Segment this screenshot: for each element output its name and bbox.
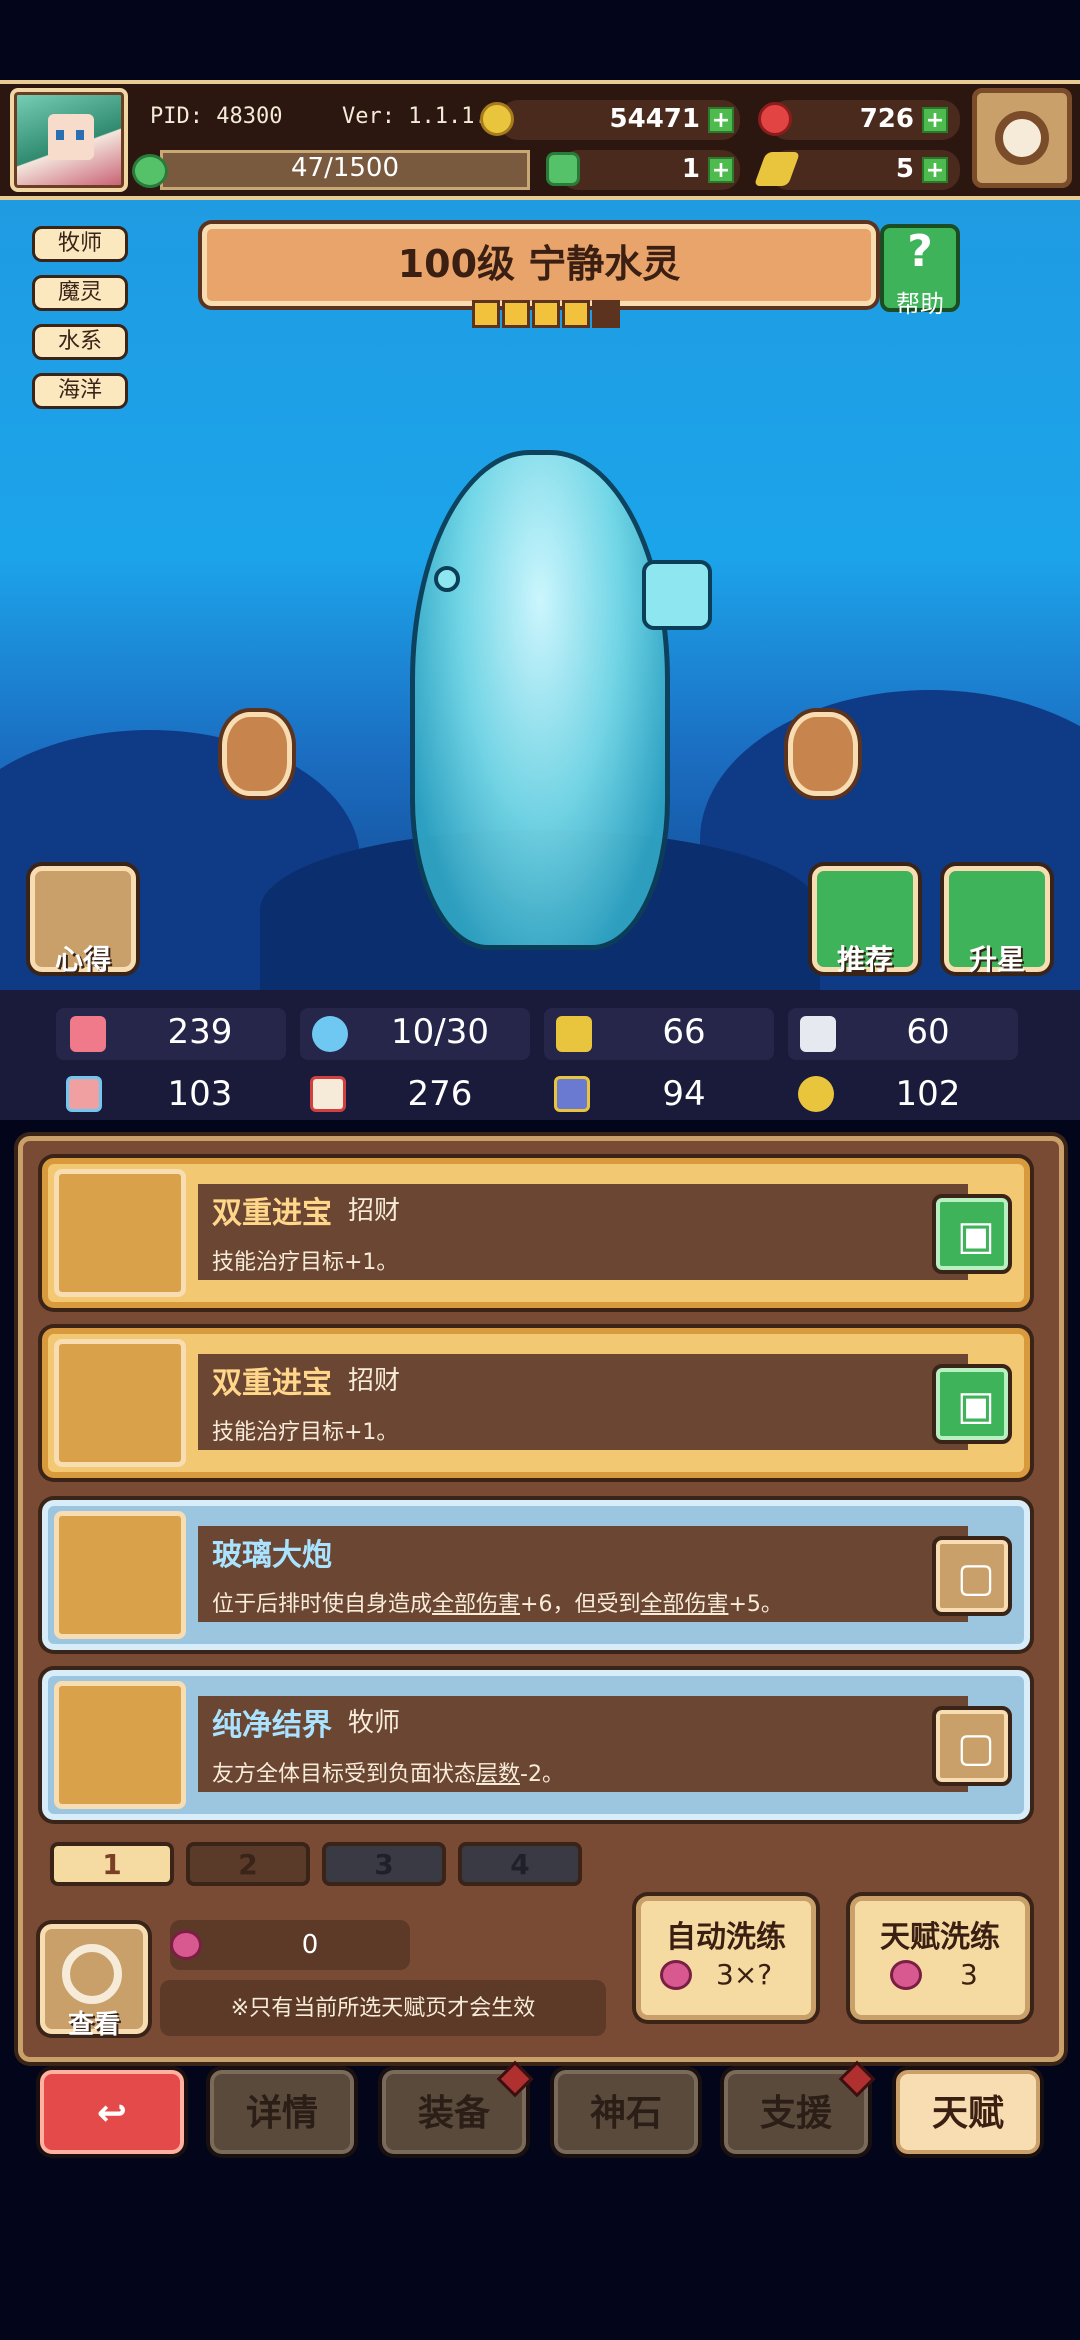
add-gems-button[interactable]: + [922, 107, 948, 133]
clover-icon [546, 152, 580, 186]
star-talent-icon [54, 1339, 186, 1467]
settings-button[interactable] [972, 88, 1072, 188]
avatar-face [48, 114, 94, 160]
page-note: ※只有当前所选天赋页才会生效 [230, 1996, 536, 2021]
talent-wash-cost: 3 [960, 1958, 978, 1991]
nav-details[interactable]: 详情 [210, 2070, 354, 2154]
talent-card[interactable]: 双重进宝 招财 技能治疗目标+1。 ▣ [42, 1158, 1030, 1308]
talent-tag: 牧师 [348, 1708, 401, 1738]
xp-value: 47/1500 [290, 153, 399, 183]
avatar-eye-left [56, 130, 64, 140]
stat-shield: 66 [662, 1012, 706, 1052]
peach-icon [660, 1960, 692, 1990]
star-icon [472, 300, 500, 328]
armor-icon [554, 1076, 590, 1112]
add-gold-button[interactable]: + [708, 107, 734, 133]
book-icon [310, 1076, 346, 1112]
stat-crit: 102 [895, 1074, 961, 1114]
talent-card[interactable]: 玻璃大炮 位于后排时使自身造成全部伤害+6，但受到全部伤害+5。 ▢ [42, 1500, 1030, 1650]
gear-icon [995, 111, 1049, 165]
unlock-icon[interactable]: ▢ [932, 1706, 1012, 1786]
clover-value: 1 [681, 154, 700, 184]
page-tab-1[interactable]: 1 [50, 1842, 174, 1886]
star-icon [502, 300, 530, 328]
back-button[interactable]: ↩ [40, 2070, 184, 2154]
red-gem-icon [758, 102, 792, 136]
cross-talent-icon [54, 1511, 186, 1639]
stat-speed: 60 [906, 1012, 950, 1052]
class-tag-ocean[interactable]: 海洋 [32, 373, 128, 409]
talent-title: 双重进宝 [212, 1196, 332, 1231]
gold-value: 54471 [609, 104, 700, 134]
water-orb [642, 560, 712, 630]
add-clover-button[interactable]: + [708, 157, 734, 183]
stat-hp: 239 [167, 1012, 233, 1052]
shield-icon [556, 1016, 592, 1052]
feather-value: 5 [895, 154, 914, 184]
star-empty-icon [592, 300, 620, 328]
unlock-icon[interactable]: ▢ [932, 1536, 1012, 1616]
page-tab-2[interactable]: 2 [186, 1842, 310, 1886]
add-feather-button[interactable]: + [922, 157, 948, 183]
upgrade-star-label: 升星 [968, 943, 1025, 976]
gems-value: 726 [859, 104, 914, 134]
hammer-talent-icon [54, 1681, 186, 1809]
star-talent-icon [54, 1169, 186, 1297]
page-tab-3[interactable]: 3 [322, 1842, 446, 1886]
class-tag-priest[interactable]: 牧师 [32, 226, 128, 262]
notes-label: 心得 [54, 943, 111, 976]
talent-card[interactable]: 双重进宝 招财 技能治疗目标+1。 ▣ [42, 1328, 1030, 1478]
game-version: Ver: 1.1.1.6 [342, 104, 501, 129]
talent-desc: 技能治疗目标+1。 [212, 1250, 399, 1275]
stat-book: 276 [407, 1074, 473, 1114]
auto-wash-cost: 3×? [716, 1958, 773, 1991]
talent-title: 纯净结界 [212, 1708, 332, 1743]
view-label: 查看 [67, 2010, 120, 2040]
swipe-right-arrow[interactable] [788, 712, 858, 796]
player-pid: PID: 48300 [150, 104, 283, 129]
player-avatar[interactable] [10, 88, 128, 192]
talent-card[interactable]: 纯净结界 牧师 友方全体目标受到负面状态层数-2。 ▢ [42, 1670, 1030, 1820]
peach-count: 0 [301, 1930, 319, 1960]
talent-desc: 技能治疗目标+1。 [212, 1420, 399, 1445]
star-icon [562, 300, 590, 328]
stat-attack: 103 [167, 1074, 233, 1114]
talent-title: 双重进宝 [212, 1366, 332, 1401]
water-spirit-hero [410, 450, 670, 950]
lock-icon[interactable]: ▣ [932, 1364, 1012, 1444]
class-tag-water[interactable]: 水系 [32, 324, 128, 360]
talent-tag: 招财 [348, 1366, 401, 1396]
page-tab-4[interactable]: 4 [458, 1842, 582, 1886]
heart-icon [70, 1016, 106, 1052]
class-tag-demon[interactable]: 魔灵 [32, 275, 128, 311]
talent-title: 玻璃大炮 [212, 1538, 332, 1573]
wing-icon [800, 1016, 836, 1052]
auto-wash-title: 自动洗练 [666, 1920, 786, 1955]
hero-title: 100级 宁静水灵 [397, 242, 681, 286]
nav-godstone[interactable]: 神石 [554, 2070, 698, 2154]
avatar-eye-right [76, 130, 84, 140]
water-bubble [434, 566, 460, 592]
lock-icon[interactable]: ▣ [932, 1194, 1012, 1274]
horseshoe-icon [798, 1076, 834, 1112]
talent-tag: 招财 [348, 1196, 401, 1226]
talent-desc: 友方全体目标受到负面状态层数-2。 [212, 1762, 564, 1787]
stat-defense: 94 [662, 1074, 706, 1114]
help-label: 帮助 [896, 290, 944, 318]
talent-desc: 位于后排时使自身造成全部伤害+6，但受到全部伤害+5。 [212, 1592, 783, 1617]
nav-talent[interactable]: 天赋 [896, 2070, 1040, 2154]
water-drop-icon [312, 1016, 348, 1052]
star-icon [532, 300, 560, 328]
question-icon: ? [907, 226, 933, 277]
gold-coin-icon [480, 102, 514, 136]
recommend-label: 推荐 [836, 943, 893, 976]
magnifier-icon [62, 1944, 122, 2004]
peach-icon [170, 1930, 202, 1960]
swipe-left-arrow[interactable] [222, 712, 292, 796]
peach-icon [890, 1960, 922, 1990]
fist-icon [66, 1076, 102, 1112]
talent-wash-title: 天赋洗练 [880, 1920, 1000, 1955]
stat-mana: 10/30 [391, 1012, 489, 1052]
